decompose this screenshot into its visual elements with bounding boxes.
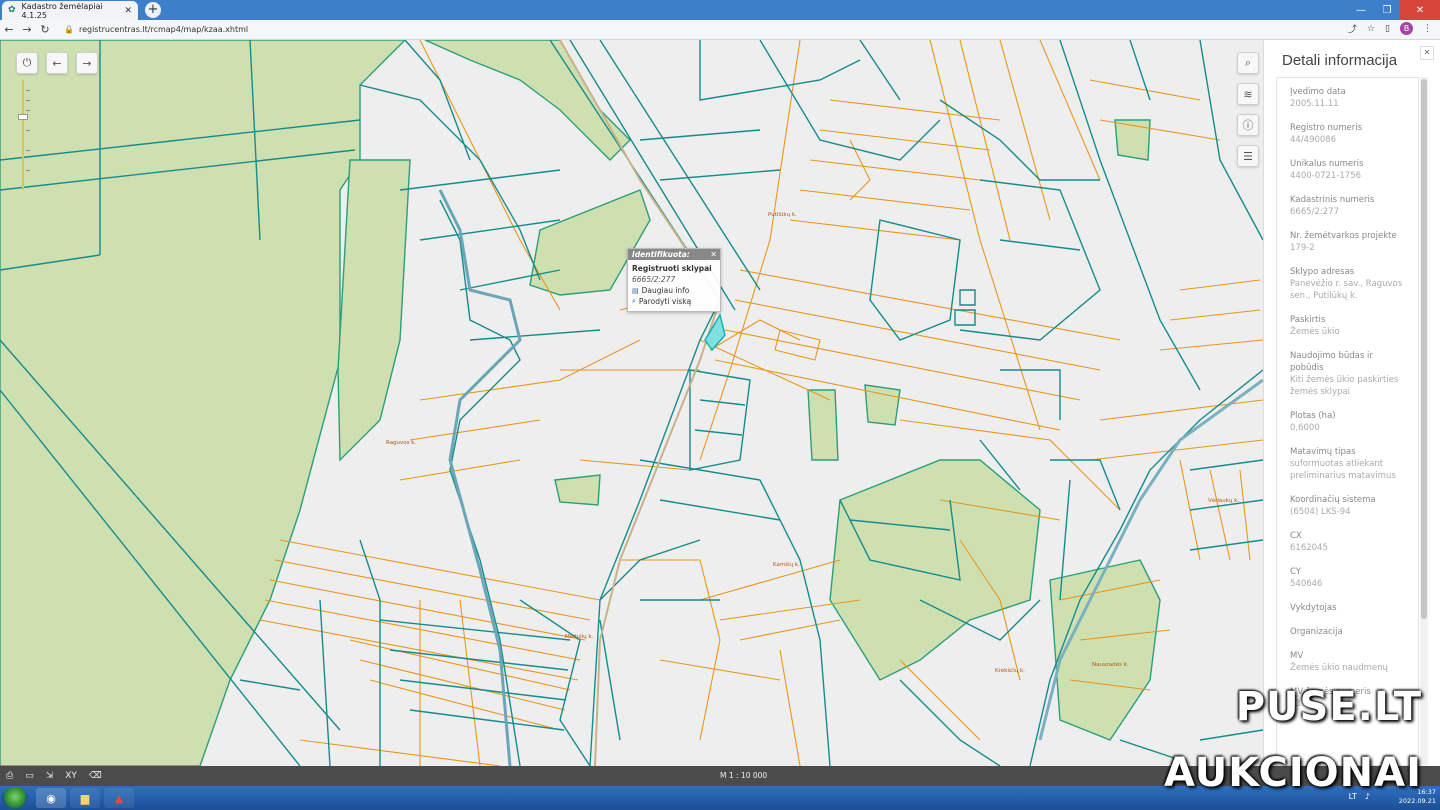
close-icon: ✕ [1423,48,1431,57]
arrow-left-icon: ← [52,56,62,70]
new-tab-button[interactable]: + [145,2,161,18]
document-icon: ☰ [1243,149,1253,163]
selected-parcel[interactable] [704,313,726,352]
field-measurement-type: Matavimų tipas suformuotas atliekant prel… [1290,447,1396,481]
place-label: Medulių k. [565,634,594,640]
place-label: Putilūkų k. [768,212,797,218]
window-controls: — ❐ ✕ [1348,0,1440,20]
reload-icon[interactable]: ↻ [36,23,54,36]
xy-coordinates-button[interactable]: XY [65,771,77,781]
more-info-link[interactable]: ▤ Daugiau info [628,285,720,296]
map-canvas[interactable] [0,40,1263,766]
magnifier-icon: ⌕ [632,297,636,305]
info-doc-icon: ▤ [632,286,639,295]
field-mv: MV Žemės ūkio naudmenų [1290,651,1388,673]
place-label: Nauszadės k. [1092,662,1129,668]
popup-close-icon[interactable]: ✕ [710,250,717,259]
tab-close-icon[interactable]: ✕ [124,6,132,16]
place-label: Raguvos k. [386,440,417,446]
zoom-track[interactable] [22,80,24,190]
detail-panel: Detali informacija ✕ Įvedimo data 2005.11… [1263,40,1440,766]
scrollbar-thumb[interactable] [1421,79,1427,619]
info-icon: ⓘ [1242,119,1254,132]
ruler-icon[interactable]: ▭ [25,771,34,781]
print-icon[interactable]: ⎙ [6,771,13,781]
power-icon: ⏻ [22,56,32,69]
previous-view-button[interactable]: ← [46,52,68,74]
layers-button[interactable]: ≋ [1237,83,1259,105]
field-executor: Vykdytojas [1290,603,1337,613]
share-icon[interactable]: ⤴ [1348,22,1357,35]
field-unique-number: Unikalus numeris 4400-0721-1756 [1290,159,1364,181]
place-label: Krekščių k. [995,668,1025,674]
field-address: Sklypo adresas Panevėžio r. sav., Raguvos… [1290,267,1403,301]
url-text: registrucentras.lt/rcmap4/map/kzaa.xhtml [78,25,249,34]
map-scale: M 1 : 10 000 [720,771,768,780]
field-cy: CY 540646 [1290,567,1323,589]
field-area: Plotas (ha) 0,6000 [1290,411,1336,433]
show-all-link[interactable]: ⌕ Parodyti viską [628,296,720,307]
popup-section: Registruoti sklypai [632,264,712,273]
pdf-taskbar-icon[interactable]: ▲ [104,788,134,808]
identify-popup: Identifikuota: ✕ Registruoti sklypai 666… [627,248,721,312]
browser-back-icon[interactable]: ← [0,23,18,36]
profile-avatar[interactable]: B [1400,22,1413,35]
browser-menu-icon[interactable]: ⋮ [1423,24,1432,34]
popup-title: Identifikuota: [628,249,720,260]
document-button[interactable]: ☰ [1237,145,1259,167]
watermark-line-1: PUSE.LT [1235,684,1422,730]
roads [559,40,722,766]
field-entry-date: Įvedimo data 2005.11.11 [1290,87,1346,109]
place-label: Vėriaukų k. [1208,498,1240,504]
field-cx: CX 6162045 [1290,531,1328,553]
next-view-button[interactable]: → [76,52,98,74]
info-button[interactable]: ⓘ [1237,114,1259,136]
tab-title: Kadastro žemėlapiai 4.1.25 [21,1,103,20]
search-button[interactable]: ⌕ [1237,52,1259,74]
chrome-taskbar-icon[interactable]: ◉ [36,788,66,808]
site-favicon-icon: ✿ [8,5,16,15]
maximize-icon[interactable]: ❐ [1374,0,1400,20]
power-button[interactable]: ⏻ [16,52,38,74]
browser-forward-icon[interactable]: → [18,23,36,36]
window-close-icon[interactable]: ✕ [1400,0,1440,20]
zoom-handle[interactable] [18,114,28,120]
cadastral-map[interactable]: Putilūkų k. Raguvos k. Kamšių k. Medulių… [0,40,1263,766]
search-icon: ⌕ [1244,56,1252,69]
field-organization: Organizacija [1290,627,1343,637]
address-bar: ← → ↻ 🔒 registrucentras.lt/rcmap4/map/kz… [0,20,1440,40]
panel-title: Detali informacija [1282,52,1398,69]
field-coordinate-system: Koordinačių sistema (6504) LKS-94 [1290,495,1376,517]
panel-close-button[interactable]: ✕ [1420,46,1434,60]
field-usage: Naudojimo būdas ir pobūdis Kiti žemės ūki… [1290,351,1399,397]
field-project-number: Nr. žemėtvarkos projekte 179-2 [1290,231,1397,253]
field-cadastral-number: Kadastrinis numeris 6665/2:277 [1290,195,1375,217]
arrow-right-icon: → [82,56,92,70]
layers-icon: ≋ [1243,87,1253,101]
sidebar-toggle-icon[interactable]: ▯ [1385,24,1390,34]
url-field[interactable]: 🔒 registrucentras.lt/rcmap4/map/kzaa.xht… [64,25,248,34]
lock-icon: 🔒 [64,25,74,34]
zoom-slider[interactable] [18,80,30,190]
minimize-icon[interactable]: — [1348,0,1374,20]
eraser-icon[interactable]: ⌫ [89,771,102,781]
bookmark-star-icon[interactable]: ☆ [1367,24,1375,34]
watermark-line-2: AUKCIONAI [1164,750,1422,796]
start-button[interactable] [2,787,28,809]
export-icon[interactable]: ⇲ [46,771,54,781]
forest-areas [0,40,1161,766]
field-registry-number: Registro numeris 44/490086 [1290,123,1363,145]
panel-fields: Įvedimo data 2005.11.11 Registro numeris 4… [1276,77,1419,766]
browser-tab-strip: ✿ Kadastro žemėlapiai 4.1.25 ✕ + — ❐ ✕ [0,0,1440,20]
popup-parcel-number[interactable]: 6665/2:277 [628,274,720,285]
browser-tab[interactable]: ✿ Kadastro žemėlapiai 4.1.25 ✕ [2,1,138,20]
explorer-taskbar-icon[interactable]: ▆ [70,788,100,808]
place-label: Kamšių k. [773,562,800,568]
field-purpose: Paskirtis Žemės ūkio [1290,315,1340,337]
panel-scrollbar[interactable] [1420,77,1428,766]
